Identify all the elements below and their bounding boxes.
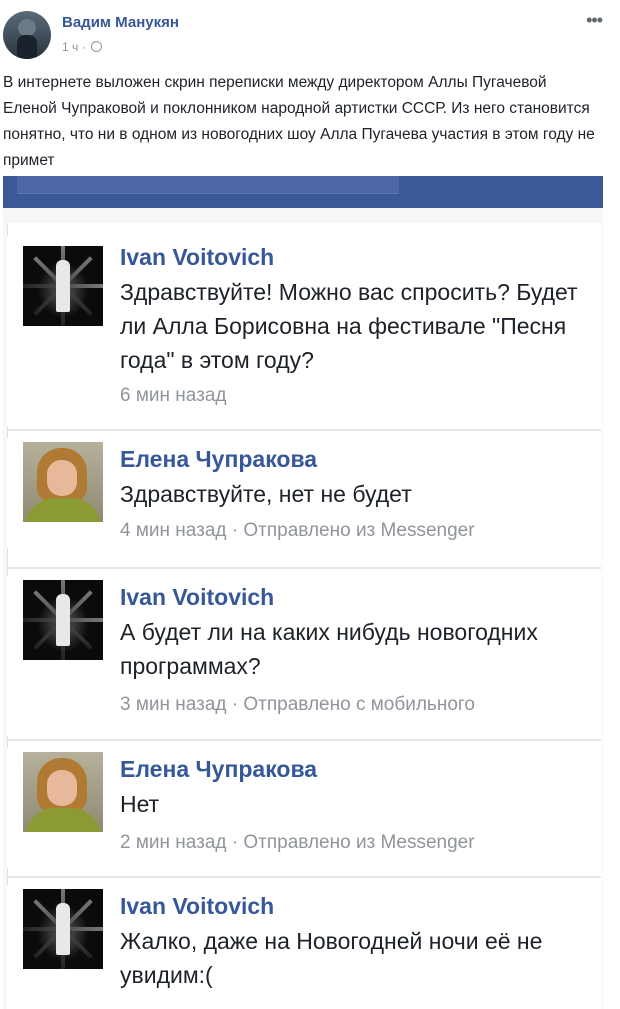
meta-separator: ·	[81, 40, 86, 54]
post-text: В интернете выложен скрин переписки межд…	[3, 74, 595, 169]
comment-author[interactable]: Ivan Voitovich	[120, 893, 274, 920]
avatar-face	[47, 460, 77, 496]
comment-meta: 2 мин назад · Отправлено из Messenger	[120, 832, 475, 853]
commenter-avatar[interactable]	[23, 889, 103, 969]
comment-author[interactable]: Ivan Voitovich	[120, 584, 274, 611]
commenter-avatar[interactable]	[23, 246, 103, 326]
comment-divider	[7, 429, 601, 431]
more-options-icon[interactable]: •••	[586, 10, 603, 31]
comment-meta: 6 мин назад	[120, 385, 227, 406]
avatar-face	[47, 770, 77, 806]
globe-icon[interactable]	[90, 41, 102, 52]
commenter-avatar[interactable]	[23, 442, 103, 522]
comment-meta: 3 мин назад · Отправлено с мобильного	[120, 694, 475, 715]
commenter-avatar[interactable]	[23, 580, 103, 660]
comment-item: Елена Чупракова Нет 2 мин назад · Отправ…	[7, 748, 601, 868]
avatar-figure	[56, 260, 70, 312]
post-header: Вадим Манукян 1 ч · •••	[0, 0, 620, 70]
comment-text: Нет	[120, 791, 160, 817]
avatar-figure	[56, 903, 70, 955]
post-time[interactable]: 1 ч	[62, 40, 78, 54]
comment-text: Жалко, даже на Новогодней ночи её не уви…	[120, 928, 543, 988]
post-meta: 1 ч ·	[62, 40, 102, 54]
author-avatar[interactable]	[3, 11, 51, 59]
screenshot-search-bar	[17, 176, 399, 194]
comment-item: Ivan Voitovich А будет ли на каких нибуд…	[7, 576, 601, 736]
comment-divider	[7, 739, 601, 741]
comment-divider	[7, 567, 601, 569]
comment-text: Здравствуйте, нет не будет	[120, 481, 412, 507]
comment-meta: 4 мин назад · Отправлено из Messenger	[120, 520, 475, 541]
comment-author[interactable]: Елена Чупракова	[120, 756, 317, 783]
comment-author[interactable]: Елена Чупракова	[120, 446, 317, 473]
avatar-shoulders	[25, 808, 101, 832]
avatar-figure	[56, 594, 70, 646]
comment-item: Ivan Voitovich Здравствуйте! Можно вас с…	[7, 236, 601, 426]
screenshot-image: Ivan Voitovich Здравствуйте! Можно вас с…	[3, 176, 603, 1009]
comment-author[interactable]: Ivan Voitovich	[120, 244, 274, 271]
avatar-shoulders	[25, 498, 101, 522]
author-avatar-figure	[17, 35, 37, 59]
comment-item: Елена Чупракова Здравствуйте, нет не буд…	[7, 438, 601, 548]
comment-text: А будет ли на каких нибудь новогодних пр…	[120, 619, 538, 679]
screenshot-topbar	[3, 176, 603, 208]
comment-text: Здравствуйте! Можно вас спросить? Будет …	[120, 279, 578, 373]
author-name[interactable]: Вадим Манукян	[62, 14, 179, 31]
comment-divider	[7, 876, 601, 878]
commenter-avatar[interactable]	[23, 752, 103, 832]
comment-item: Ivan Voitovich Жалко, даже на Новогодней…	[7, 885, 601, 1009]
